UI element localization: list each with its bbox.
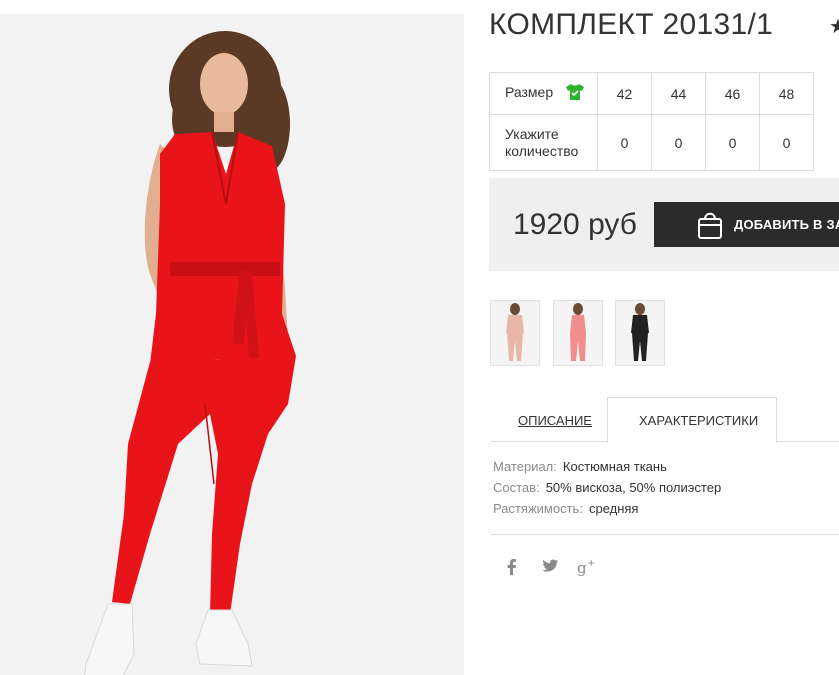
facebook-icon[interactable] (505, 558, 517, 581)
red-suit-photo (0, 14, 464, 675)
quantity-input-48[interactable]: 0 (759, 114, 814, 171)
quantity-input-42[interactable]: 0 (597, 114, 652, 171)
price: 1920 руб (513, 208, 637, 241)
spec-row-composition: Состав: 50% вискоза, 50% полиэстер (493, 480, 721, 495)
quantity-input-44[interactable]: 0 (651, 114, 706, 171)
spec-key: Состав: (493, 480, 540, 495)
tab-characteristics-label: ХАРАКТЕРИСТИКИ (639, 413, 759, 428)
thumb-pink-suit[interactable] (490, 300, 540, 366)
divider (491, 534, 839, 535)
size-label-cell: Размер (489, 72, 598, 115)
size-row: Размер 42 44 46 48 (489, 72, 814, 115)
shopping-bag-icon (696, 210, 724, 245)
size-44: 44 (651, 72, 706, 115)
size-42: 42 (597, 72, 652, 115)
spec-value: 50% вискоза, 50% полиэстер (545, 480, 722, 495)
thumb-pink-jumpsuit[interactable] (553, 300, 603, 366)
quantity-label-line1: Укажите (505, 125, 559, 142)
tab-characteristics[interactable]: ХАРАКТЕРИСТИКИ (607, 397, 777, 443)
product-main-photo[interactable] (0, 14, 464, 675)
twitter-icon[interactable] (541, 558, 559, 579)
svg-text:+: + (587, 558, 595, 569)
quantity-label-line2: количество (505, 142, 579, 159)
add-to-order-button[interactable]: ДОБАВИТЬ В ЗАКАЗ (654, 202, 839, 247)
product-title: КОМПЛЕКТ 20131/1 (489, 8, 774, 41)
spec-value: Костюмная ткань (562, 459, 667, 474)
size-quantity-table: Размер 42 44 46 48 Укажите количество 0 … (489, 72, 814, 171)
add-to-order-label: ДОБАВИТЬ В ЗАКАЗ (734, 217, 839, 232)
tab-description-label: ОПИСАНИЕ (518, 413, 592, 428)
spec-row-stretch: Растяжимость: средняя (493, 501, 638, 516)
spec-value: средняя (588, 501, 639, 516)
spec-key: Материал: (493, 459, 557, 474)
buy-box: 1920 руб ДОБАВИТЬ В ЗАКАЗ (489, 178, 839, 271)
quantity-label: Укажите количество (489, 114, 598, 171)
svg-text:g: g (577, 559, 587, 576)
thumb-black-suit[interactable] (615, 300, 665, 366)
spec-row-material: Материал: Костюмная ткань (493, 459, 667, 474)
size-label: Размер (505, 84, 554, 101)
size-48: 48 (759, 72, 814, 115)
product-tabs: ОПИСАНИЕ ХАРАКТЕРИСТИКИ (491, 397, 839, 443)
size-chart-shirt-icon[interactable] (565, 83, 585, 104)
tab-description[interactable]: ОПИСАНИЕ (491, 397, 607, 442)
google-plus-icon[interactable]: g + (577, 558, 597, 581)
quantity-row: Укажите количество 0 0 0 0 (489, 114, 814, 171)
spec-key: Растяжимость: (493, 501, 583, 516)
quantity-input-46[interactable]: 0 (705, 114, 760, 171)
size-46: 46 (705, 72, 760, 115)
star-icon[interactable]: ★ (829, 14, 839, 39)
